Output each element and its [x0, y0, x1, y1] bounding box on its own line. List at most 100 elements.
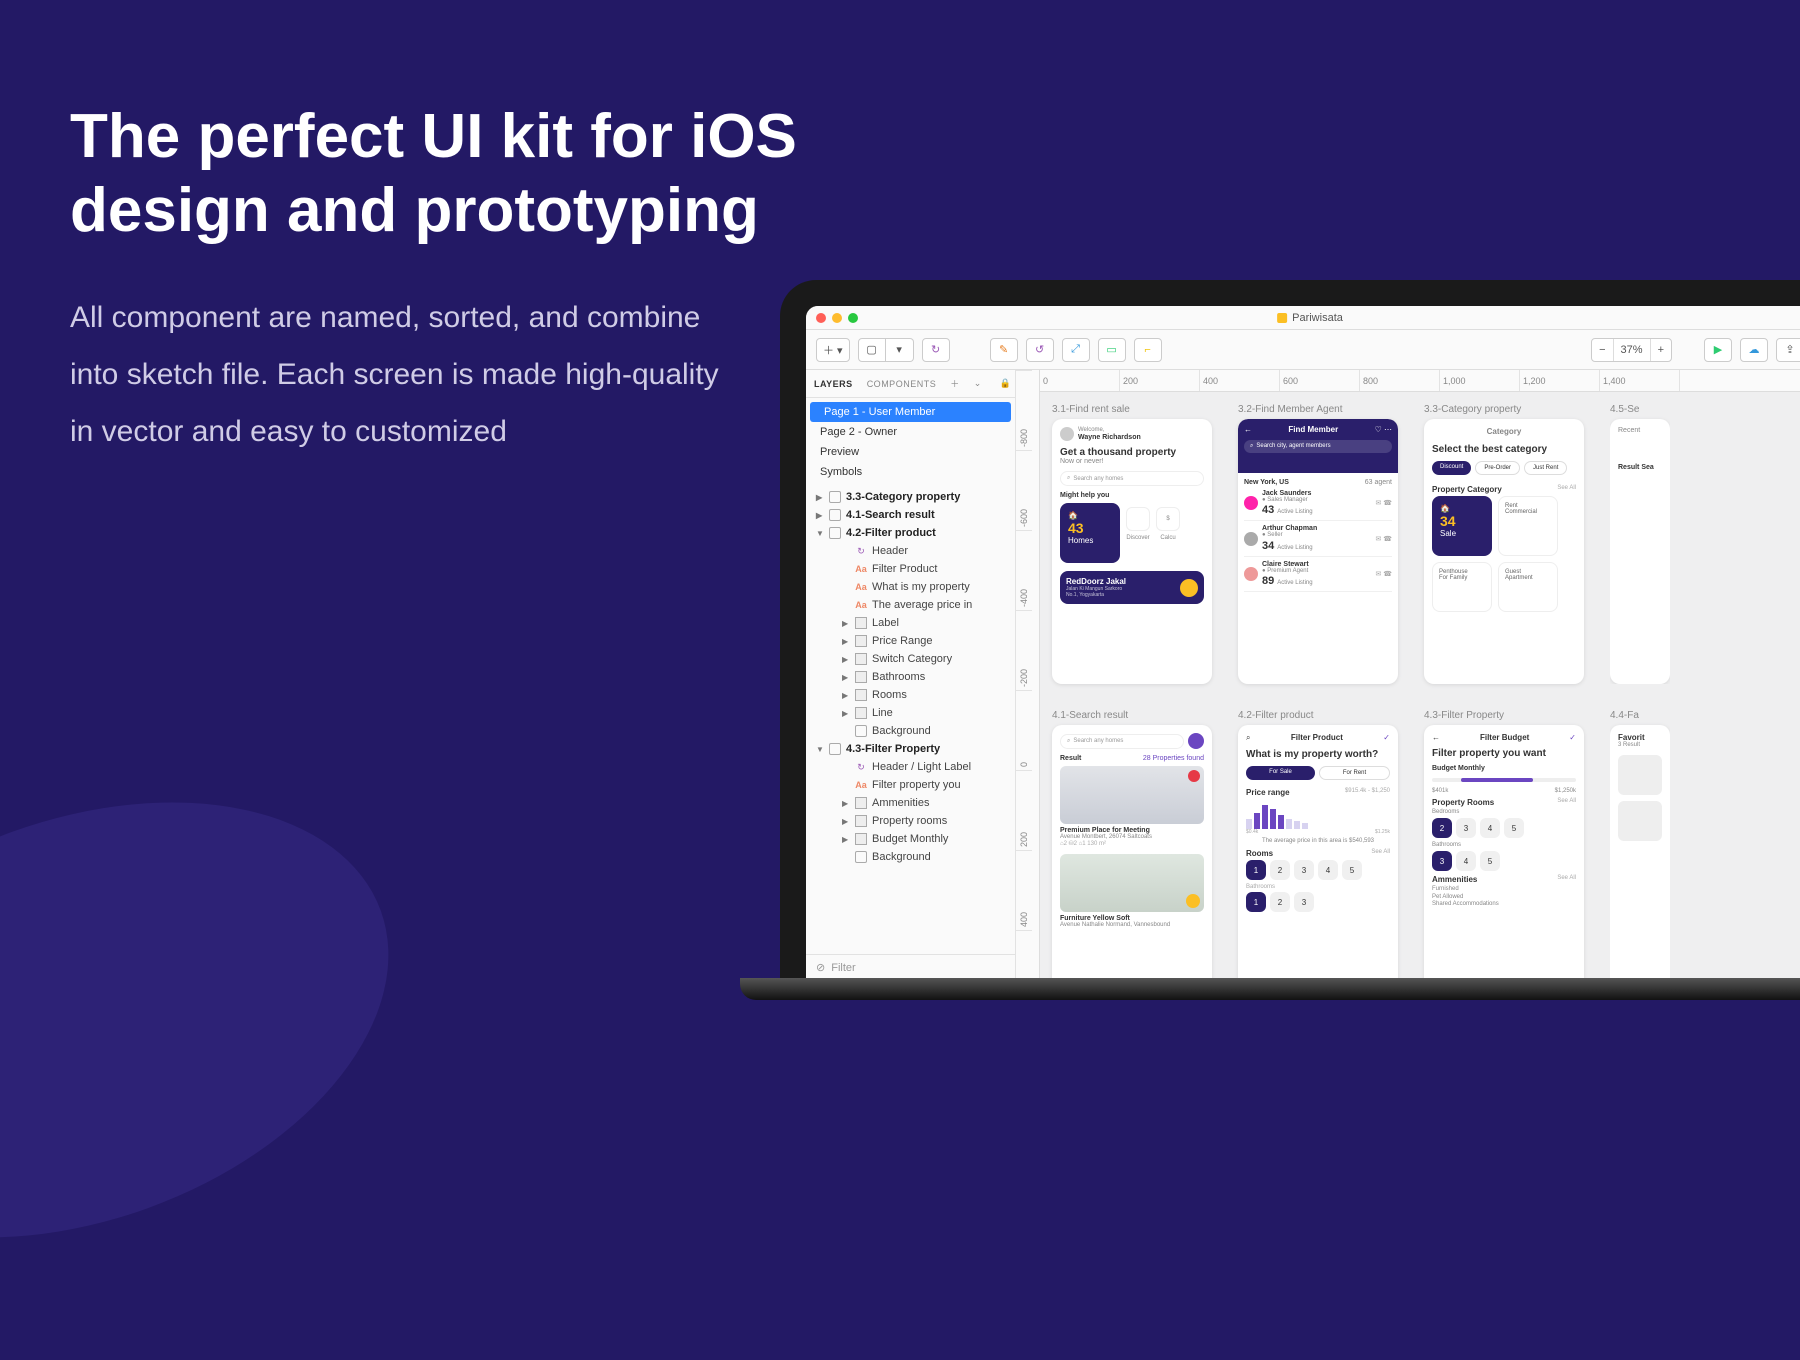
search-input[interactable]: ⌕ Search any homes [1060, 734, 1184, 749]
check-icon[interactable]: ✓ [1569, 733, 1576, 742]
property-card[interactable]: RedDoorz Jakal Jalan Ki Mangun Sarkoro N… [1060, 571, 1204, 604]
group-button[interactable]: ▢ [858, 338, 886, 362]
maximize-icon[interactable] [848, 313, 858, 323]
layer-row[interactable]: ▼4.2-Filter product [806, 524, 1015, 542]
layer-row[interactable]: AaFilter property you [806, 776, 1015, 794]
layer-row[interactable]: ▶Budget Monthly [806, 830, 1015, 848]
amenity[interactable]: Pet Allowed [1432, 894, 1576, 901]
calc-icon[interactable]: $ [1156, 507, 1180, 531]
tag-button[interactable]: Pre-Order [1475, 461, 1520, 475]
agent-row[interactable]: Jack Saunders● Sales Manager43Active Lis… [1244, 486, 1392, 521]
tool-pencil[interactable]: ✎ [990, 338, 1018, 362]
layer-row[interactable]: AaWhat is my property [806, 578, 1015, 596]
tab-layers[interactable]: LAYERS [814, 379, 853, 389]
chip[interactable]: 1 [1246, 860, 1266, 880]
artboard-4-3[interactable]: 4.3-Filter Property ← Filter Budget ✓ Fi… [1424, 710, 1584, 980]
chip[interactable]: 5 [1504, 818, 1524, 838]
tool-mask[interactable]: ⌐ [1134, 338, 1162, 362]
chip[interactable]: 5 [1480, 851, 1500, 871]
ungroup-button[interactable]: ▾ [886, 338, 914, 362]
layer-row[interactable]: ▶Ammenities [806, 794, 1015, 812]
layer-row[interactable]: Background [806, 848, 1015, 866]
disclosure-icon[interactable]: ▶ [816, 511, 824, 520]
stat-card[interactable]: 🏠 43 Homes [1060, 503, 1120, 563]
amenity[interactable]: Furnished [1432, 886, 1576, 893]
agent-row[interactable]: Claire Stewart● Premium Agent89Active Li… [1244, 557, 1392, 592]
lock-icon[interactable]: 🔒 [1000, 378, 1012, 389]
canvas[interactable]: 02004006008001,0001,2001,400 -800-600-40… [1016, 370, 1800, 980]
chip[interactable]: 3 [1294, 892, 1314, 912]
add-page-button[interactable]: ＋ [950, 377, 960, 390]
layer-row[interactable]: ▶4.1-Search result [806, 506, 1015, 524]
chip[interactable]: 1 [1246, 892, 1266, 912]
chip[interactable]: 3 [1294, 860, 1314, 880]
search-icon[interactable]: ⌕ [1246, 733, 1250, 743]
chip[interactable]: 3 [1432, 851, 1452, 871]
tool-edit[interactable]: ▭ [1098, 338, 1126, 362]
chip[interactable]: 4 [1456, 851, 1476, 871]
chip[interactable]: 2 [1432, 818, 1452, 838]
disclosure-icon[interactable]: ▼ [816, 529, 824, 538]
back-icon[interactable]: ← [1244, 425, 1252, 434]
chip[interactable]: 3 [1456, 818, 1476, 838]
close-icon[interactable] [816, 313, 826, 323]
heart-icon[interactable]: ♡ ⋯ [1375, 425, 1392, 434]
chip[interactable]: 4 [1480, 818, 1500, 838]
category-card[interactable]: Rent Commercial [1498, 496, 1558, 556]
chip[interactable]: 2 [1270, 892, 1290, 912]
layer-row[interactable]: ▶3.3-Category property [806, 488, 1015, 506]
filter-input[interactable]: ⊘ Filter [806, 954, 1015, 980]
disclosure-icon[interactable]: ▶ [816, 493, 824, 502]
artboard-3-2[interactable]: 3.2-Find Member Agent ← Find Member ♡ ⋯ … [1238, 404, 1398, 684]
category-card[interactable]: Penthouse For Family [1432, 562, 1492, 612]
page-item[interactable]: Symbols [806, 462, 1015, 482]
artboard-4-1[interactable]: 4.1-Search result ⌕ Search any homes Re [1052, 710, 1212, 980]
page-item[interactable]: Preview [806, 442, 1015, 462]
filter-icon[interactable] [1188, 733, 1204, 749]
tool-rotate[interactable]: ↺ [1026, 338, 1054, 362]
see-all-link[interactable]: See All [1557, 798, 1576, 807]
tag-button[interactable]: Discount [1432, 461, 1471, 475]
symbols-button[interactable]: ↻ [922, 338, 950, 362]
layer-list[interactable]: ▶3.3-Category property▶4.1-Search result… [806, 486, 1015, 954]
tab-components[interactable]: COMPONENTS [867, 379, 937, 389]
tag-button[interactable]: Just Rent [1524, 461, 1567, 475]
disclosure-icon[interactable]: ▶ [842, 799, 850, 808]
agent-row[interactable]: Arthur Chapman● Seller34Active Listing✉ … [1244, 521, 1392, 556]
export-button[interactable]: ⇪ [1776, 338, 1800, 362]
chip[interactable]: 2 [1270, 860, 1290, 880]
disclosure-icon[interactable]: ▼ [816, 745, 824, 754]
disclosure-icon[interactable]: ▶ [842, 673, 850, 682]
page-item[interactable]: Page 1 - User Member [810, 402, 1011, 422]
layer-row[interactable]: ↻Header / Light Label [806, 758, 1015, 776]
discover-icon[interactable] [1126, 507, 1150, 531]
artboard-4-2[interactable]: 4.2-Filter product ⌕ Filter Product ✓ Wh… [1238, 710, 1398, 980]
disclosure-icon[interactable]: ▶ [842, 691, 850, 700]
layer-row[interactable]: ↻Header [806, 542, 1015, 560]
back-icon[interactable]: ← [1432, 733, 1440, 742]
minimize-icon[interactable] [832, 313, 842, 323]
layer-row[interactable]: ▶Property rooms [806, 812, 1015, 830]
layer-row[interactable]: ▶Rooms [806, 686, 1015, 704]
disclosure-icon[interactable]: ▶ [842, 709, 850, 718]
zoom-minus[interactable]: − [1592, 339, 1612, 361]
amenity[interactable]: Shared Accommodations [1432, 901, 1576, 908]
chevron-down-icon[interactable]: ⌄ [974, 378, 982, 389]
artboard-3-3[interactable]: 3.3-Category property Category Select th… [1424, 404, 1584, 684]
toggle-button[interactable]: For Rent [1319, 766, 1390, 780]
search-input[interactable]: ⌕ Search any homes [1060, 471, 1204, 486]
artboard-4-5[interactable]: 4.5-Se Recent Result Sea [1610, 404, 1670, 684]
contact-icons[interactable]: ✉ ☎ [1375, 535, 1392, 543]
contact-icons[interactable]: ✉ ☎ [1375, 499, 1392, 507]
check-icon[interactable]: ✓ [1383, 733, 1390, 743]
disclosure-icon[interactable]: ▶ [842, 835, 850, 844]
see-all-link[interactable]: See All [1557, 485, 1576, 494]
cloud-button[interactable]: ☁ [1740, 338, 1768, 362]
disclosure-icon[interactable]: ▶ [842, 817, 850, 826]
go-icon[interactable] [1180, 579, 1198, 597]
layer-row[interactable]: ▶Switch Category [806, 650, 1015, 668]
disclosure-icon[interactable]: ▶ [842, 637, 850, 646]
layer-row[interactable]: ▶Line [806, 704, 1015, 722]
preview-button[interactable]: ▶ [1704, 338, 1732, 362]
page-item[interactable]: Page 2 - Owner [806, 422, 1015, 442]
